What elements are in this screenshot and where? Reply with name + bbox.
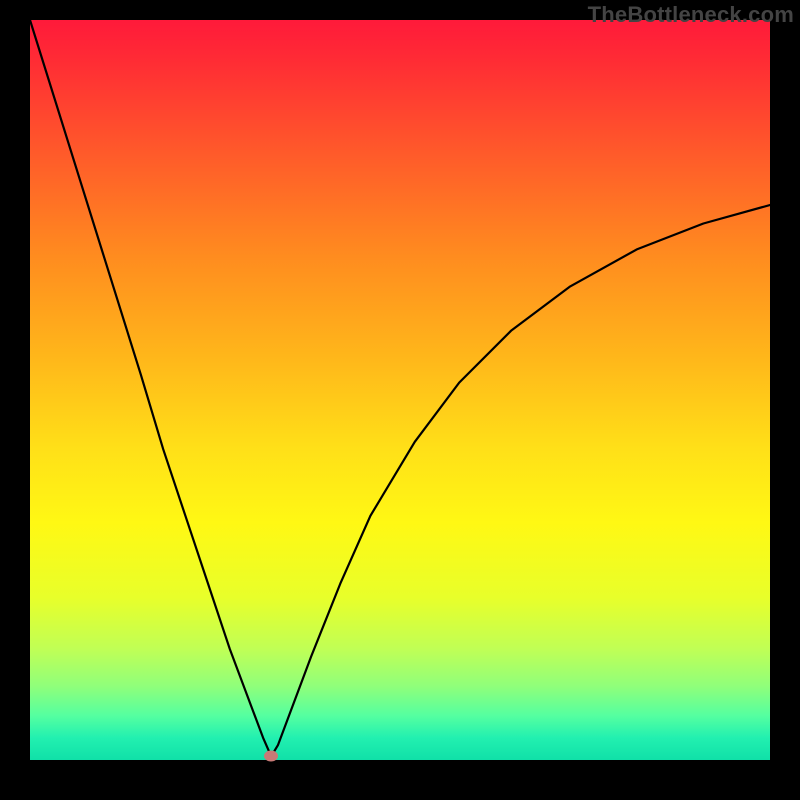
minimum-marker (264, 751, 278, 762)
bottleneck-curve (30, 20, 770, 760)
plot-area (30, 20, 770, 760)
watermark-text: TheBottleneck.com (588, 2, 794, 28)
chart-container (30, 20, 770, 780)
